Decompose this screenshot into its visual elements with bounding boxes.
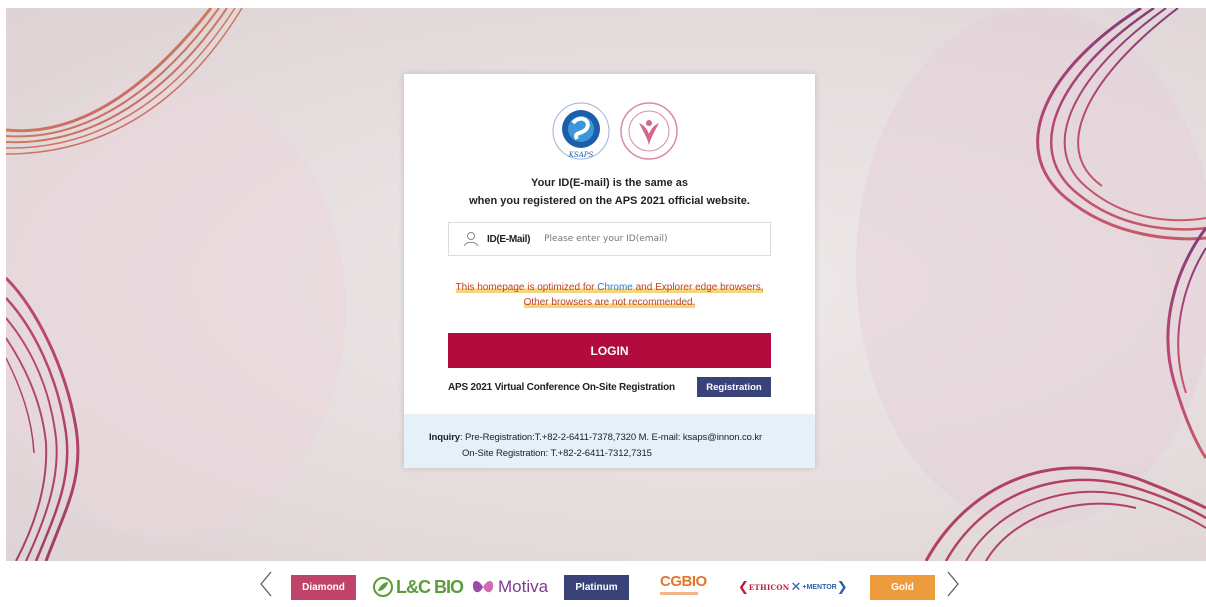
login-button[interactable]: LOGIN [448,333,771,368]
mentor-text: +MENTOR [802,583,837,591]
message-line-1: Your ID(E-mail) is the same as [531,177,688,189]
lc-bio-leaf-icon [373,577,393,597]
lc-bio-text: L&C BIO [396,576,464,597]
motiva-text: Motiva [498,577,549,596]
inquiry-line-2: On-Site Registration: T.+82-2-6411-7312,… [462,448,652,459]
cgbio-text: CGBIO [660,573,707,590]
onsite-registration-text: APS 2021 Virtual Conference On-Site Regi… [448,382,675,393]
ethicon-text: ETHICON [748,582,790,592]
chevron-left-icon[interactable] [258,570,274,598]
notice-line-2: Other browsers are not recommended. [523,297,696,308]
motiva-logo[interactable]: Motiva [470,573,548,601]
id-email-input[interactable] [544,234,745,244]
organization-logos: KSAPS [552,102,678,160]
svg-text:KSAPS: KSAPS [568,151,594,159]
chevron-right-icon[interactable] [945,570,961,598]
inquiry-line-1: Inquiry: Pre-Registration:T.+82-2-6411-7… [429,432,762,443]
tier-diamond-badge: Diamond [291,575,356,600]
user-icon [464,232,478,247]
inquiry-pre-registration: : Pre-Registration:T.+82-2-6411-7378,732… [459,432,763,443]
ethicon-mentor-logo[interactable]: ❮ ETHICON ✕ +MENTOR ❯ [738,573,848,601]
inquiry-panel: Inquiry: Pre-Registration:T.+82-2-6411-7… [404,414,815,468]
tier-gold-badge: Gold [870,575,935,600]
id-email-field[interactable]: ID(E-Mail) [448,222,771,256]
ethicon-bracket-left-icon: ❮ [738,579,749,594]
message-line-2: when you registered on the APS 2021 offi… [469,195,750,207]
cgbio-underline [660,592,698,595]
notice-chrome: Chrome [597,282,633,293]
lc-bio-logo[interactable]: L&C BIO [372,573,464,601]
inquiry-label: Inquiry [429,432,460,443]
notice-pre: This homepage is optimized for [455,282,598,293]
browser-notice: This homepage is optimized for Chrome an… [404,280,815,310]
mentor-bracket-right-icon: ❯ [836,579,848,594]
id-field-label: ID(E-Mail) [487,233,531,245]
cgbio-logo[interactable]: CGBIO [660,573,707,601]
notice-post: and Explorer edge browsers, [632,282,764,293]
motiva-butterfly-icon [472,580,494,593]
sponsor-bar: Diamond L&C BIO Motiva Platinum CGBIO ❮ … [0,561,1206,607]
cross-icon: ✕ [790,579,802,594]
ksaps-logo-icon: KSAPS [552,102,610,160]
registration-button[interactable]: Registration [697,377,771,397]
tier-platinum-badge: Platinum [564,575,629,600]
login-card: KSAPS Your ID(E-mail) is the same as whe… [404,74,815,468]
id-notice-message: Your ID(E-mail) is the same as when you … [404,174,815,210]
association-logo-icon [620,102,678,160]
